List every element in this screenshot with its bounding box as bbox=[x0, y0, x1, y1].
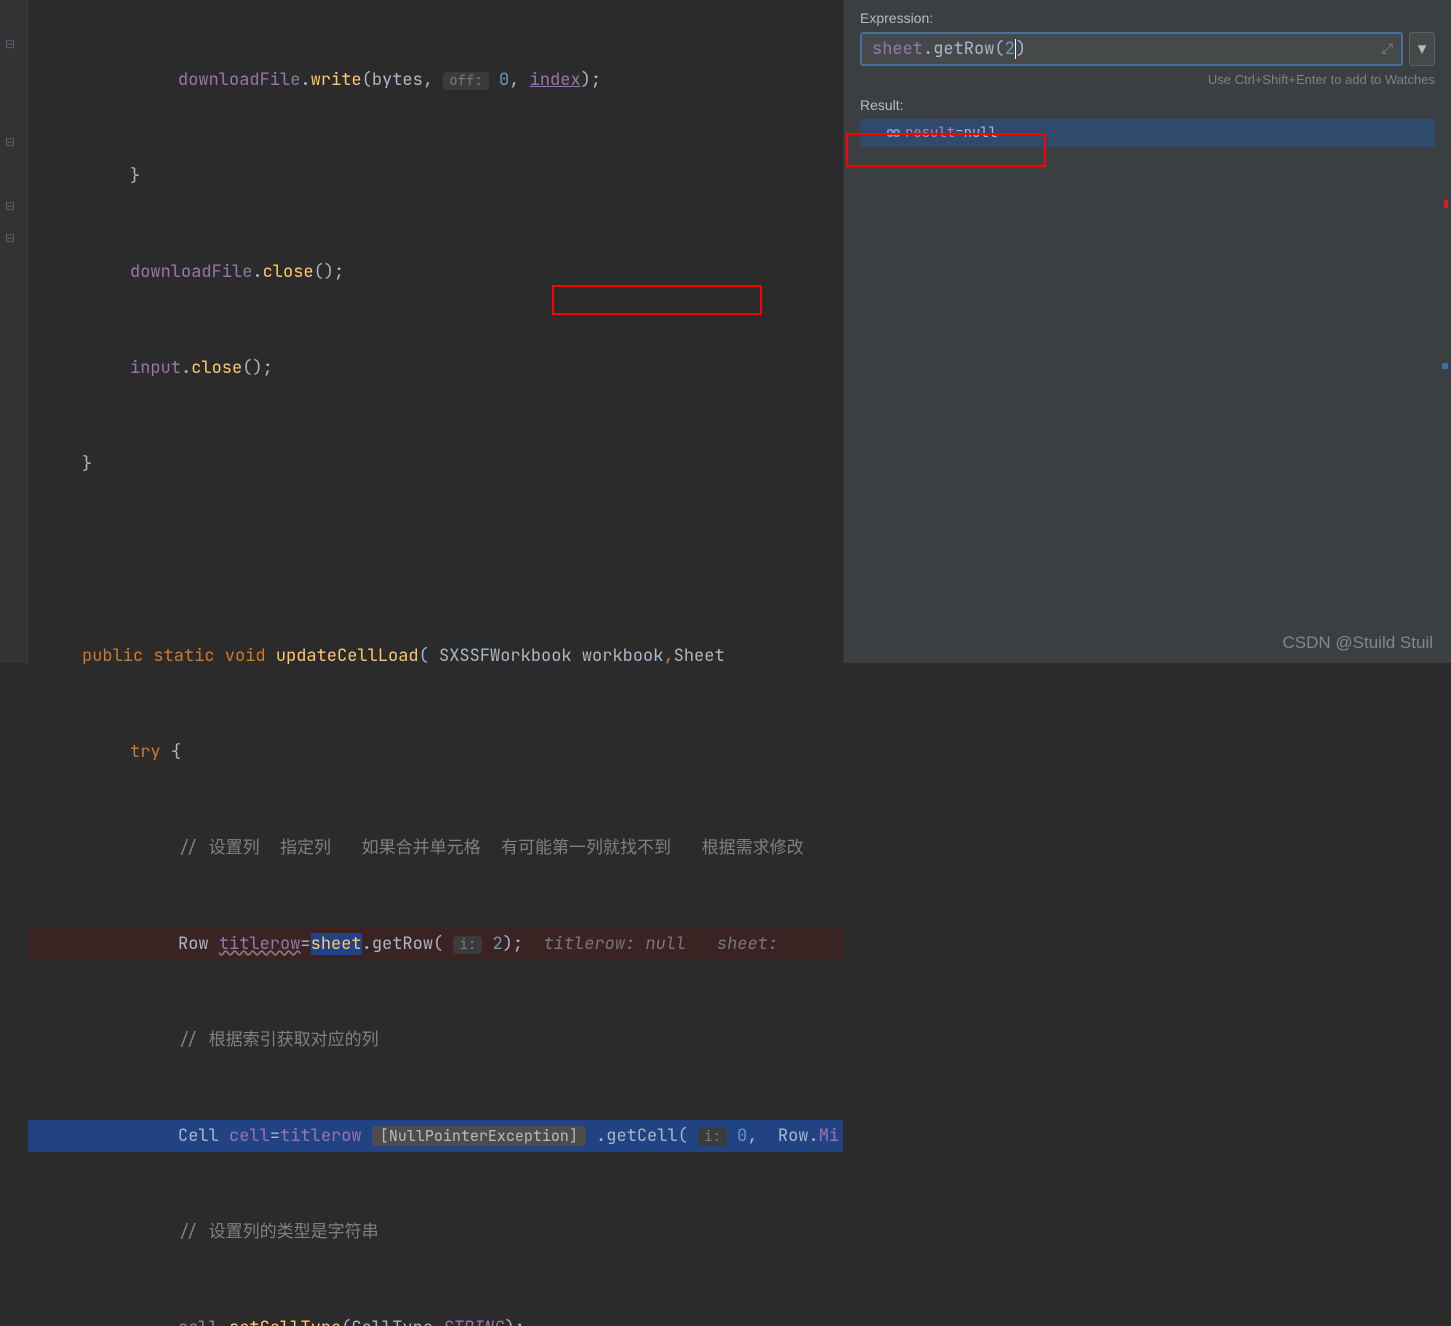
result-label: Result: bbox=[860, 97, 1435, 113]
fold-marker-icon[interactable]: ⊟ bbox=[5, 232, 15, 244]
fold-marker-icon[interactable]: ⊟ bbox=[5, 38, 15, 50]
code-editor[interactable]: ⊟ ⊟ ⊟ ⊟ downloadFile.write(bytes, off: 0… bbox=[0, 0, 843, 663]
result-object-icon: oo bbox=[886, 124, 899, 142]
expand-icon[interactable]: ⤢ bbox=[1382, 40, 1393, 58]
result-row[interactable]: oo result = null bbox=[860, 119, 1435, 147]
exception-badge: [NullPointerException] bbox=[372, 1126, 586, 1146]
evaluate-expression-panel: Expression: sheet.getRow(2) ⤢ ▾ Use Ctrl… bbox=[843, 0, 1451, 663]
inline-debug-value: titlerow: null bbox=[523, 933, 707, 955]
error-stripe[interactable] bbox=[1439, 0, 1451, 663]
execution-line[interactable]: Cell cell=titlerow [NullPointerException… bbox=[28, 1120, 843, 1152]
expression-label: Expression: bbox=[860, 10, 1435, 26]
error-marker[interactable] bbox=[1444, 200, 1448, 208]
editor-gutter: ⊟ ⊟ ⊟ ⊟ bbox=[0, 0, 28, 663]
fold-marker-icon[interactable]: ⊟ bbox=[5, 136, 15, 148]
chevron-down-icon: ▾ bbox=[1418, 39, 1427, 59]
code-content[interactable]: downloadFile.write(bytes, off: 0, index)… bbox=[28, 0, 843, 1326]
breakpoint-line[interactable]: Row titlerow=sheet.getRow( i: 2); titler… bbox=[28, 928, 843, 960]
info-marker[interactable] bbox=[1442, 363, 1448, 369]
fold-marker-icon[interactable]: ⊟ bbox=[5, 200, 15, 212]
history-dropdown-button[interactable]: ▾ bbox=[1409, 32, 1435, 66]
watermark: CSDN @Stuild Stuil bbox=[1283, 633, 1433, 653]
expression-input[interactable]: sheet.getRow(2) ⤢ bbox=[860, 32, 1403, 66]
shortcut-hint: Use Ctrl+Shift+Enter to add to Watches bbox=[860, 72, 1435, 87]
